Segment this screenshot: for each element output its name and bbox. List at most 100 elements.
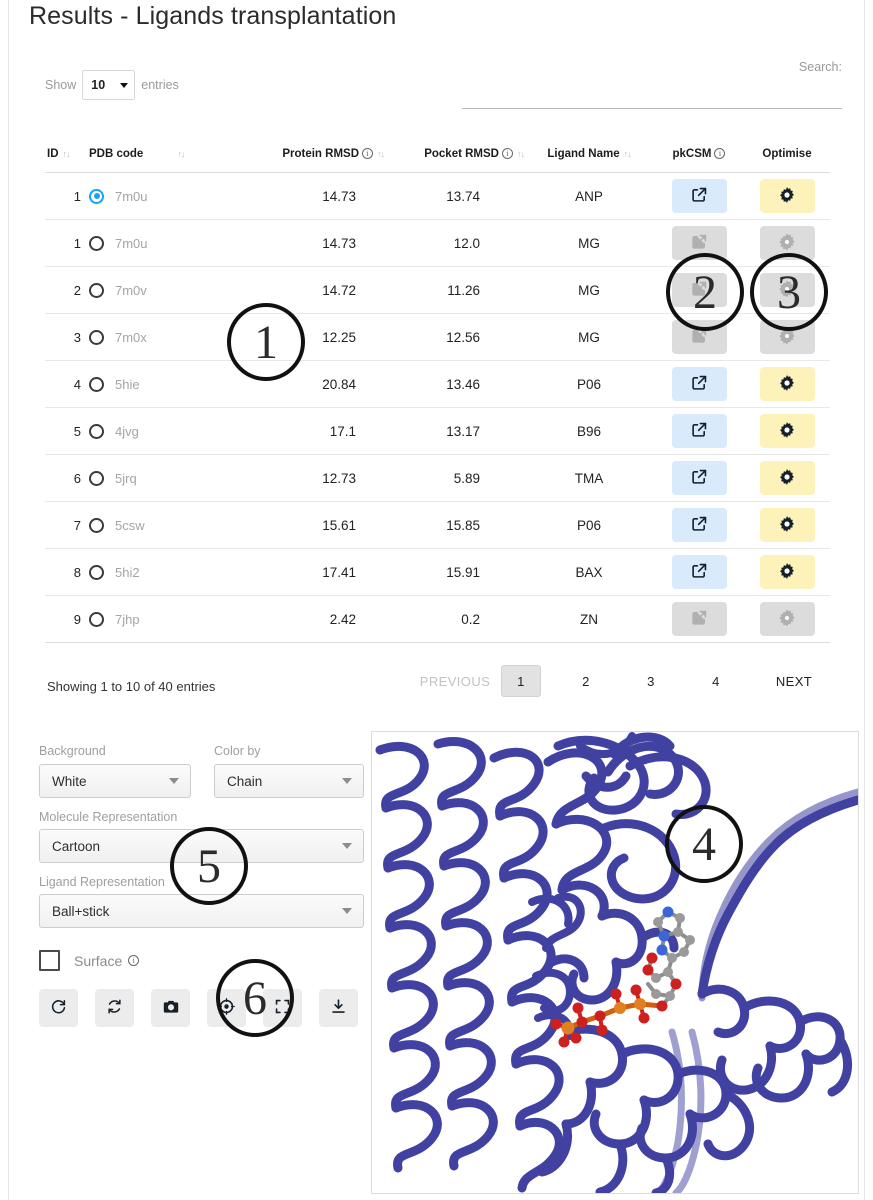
cell-pdb-code: 5jrq [89, 454, 239, 502]
table-row[interactable]: 1 7m0u 14.73 13.74 ANP [45, 172, 830, 220]
reset-view-button[interactable] [39, 989, 78, 1027]
cell-pocket-rmsd: 11.26 [384, 266, 524, 314]
optimise-button[interactable] [759, 367, 815, 401]
color-by-select[interactable]: ChainElementResidueSecondary structure [214, 764, 364, 798]
optimise-button[interactable] [759, 555, 815, 589]
info-icon-protein-rmsd[interactable]: i [362, 148, 373, 159]
pagination-page-4[interactable]: 4 [696, 665, 736, 697]
row-select-radio[interactable] [89, 517, 104, 533]
gear-icon [779, 468, 795, 488]
cell-id: 1 [45, 219, 89, 267]
pkcsm-button[interactable] [671, 414, 727, 448]
column-label-pdb-code: PDB code [89, 148, 144, 160]
gear-icon [779, 421, 795, 441]
results-table-body: 1 7m0u 14.73 13.74 ANP 1 7m0u 14.73 12.0 MG 2 7m0v 1… [45, 172, 830, 643]
table-row[interactable]: 5 4jvg 17.1 13.17 B96 [45, 407, 830, 455]
cell-protein-rmsd: 14.73 [239, 219, 384, 267]
row-select-radio[interactable] [89, 564, 104, 580]
row-select-radio[interactable] [89, 376, 104, 392]
pagination-page-2[interactable]: 2 [566, 665, 606, 697]
pdb-code-label: 7m0v [115, 282, 147, 298]
color-by-label: Color by [214, 744, 261, 758]
cell-ligand-name: ANP [524, 172, 654, 220]
table-row[interactable]: 8 5hi2 17.41 15.91 BAX [45, 548, 830, 596]
optimise-button[interactable] [759, 508, 815, 542]
info-icon-pocket-rmsd[interactable]: i [502, 148, 513, 159]
spin-icon [106, 998, 123, 1018]
app-page: Results - Ligands transplantation Show 1… [8, 0, 865, 1200]
spin-button[interactable] [95, 989, 134, 1027]
optimise-button[interactable] [759, 414, 815, 448]
pagination-page-1[interactable]: 1 [501, 665, 541, 697]
column-label-ligand-name: Ligand Name [547, 148, 620, 160]
annotation-marker-5: 5 [170, 827, 248, 905]
cell-protein-rmsd: 15.61 [239, 501, 384, 549]
pdb-code-label: 5jrq [115, 470, 137, 486]
molecule-representation-label: Molecule Representation [39, 810, 178, 824]
pagination-page-3[interactable]: 3 [631, 665, 671, 697]
background-select[interactable]: WhiteBlackGrey [39, 764, 191, 798]
row-select-radio[interactable] [89, 235, 104, 251]
cell-pdb-code: 7m0x [89, 313, 239, 361]
column-header-pdb-code[interactable]: PDB code ↑↓ [89, 148, 239, 173]
pagination-next[interactable]: NEXT [761, 665, 827, 697]
cell-optimise [744, 172, 830, 220]
pkcsm-button[interactable] [671, 508, 727, 542]
pdb-code-label: 5csw [115, 517, 145, 533]
info-icon-pkcsm[interactable]: i [714, 148, 726, 159]
optimise-button[interactable] [759, 461, 815, 495]
cell-id: 6 [45, 454, 89, 502]
page-length-select[interactable]: 102550100 [82, 70, 136, 100]
sort-icon-ligand-name: ↑↓ [623, 149, 632, 159]
column-label-optimise: Optimise [762, 148, 812, 160]
pkcsm-button[interactable] [671, 367, 727, 401]
cell-pocket-rmsd: 13.46 [384, 360, 524, 408]
row-select-radio[interactable] [89, 282, 104, 298]
cell-id: 9 [45, 595, 89, 643]
download-button[interactable] [319, 989, 358, 1027]
cell-optimise [744, 360, 830, 408]
search-input[interactable] [462, 88, 842, 109]
table-row[interactable]: 7 5csw 15.61 15.85 P06 [45, 501, 830, 549]
gear-icon [779, 374, 795, 394]
row-select-radio[interactable] [89, 611, 104, 627]
row-select-radio[interactable] [89, 188, 104, 204]
sort-icon-id: ↑↓ [62, 149, 71, 159]
column-header-ligand-name[interactable]: Ligand Name ↑↓ [524, 148, 654, 173]
gear-icon [779, 515, 795, 535]
pkcsm-button[interactable] [671, 461, 727, 495]
row-select-radio[interactable] [89, 329, 104, 345]
column-header-pocket-rmsd[interactable]: Pocket RMSD i ↑↓ [384, 148, 525, 173]
info-icon-surface[interactable]: i [128, 955, 140, 966]
row-select-radio[interactable] [89, 470, 104, 486]
pkcsm-button[interactable] [671, 179, 727, 213]
column-label-pocket-rmsd: Pocket RMSD [424, 148, 499, 160]
column-header-id[interactable]: ID ↑↓ [45, 148, 89, 173]
table-row[interactable]: 6 5jrq 12.73 5.89 TMA [45, 454, 830, 502]
pagination-previous[interactable]: PREVIOUS [409, 665, 501, 697]
screenshot-button[interactable] [151, 989, 190, 1027]
gear-icon [779, 608, 795, 629]
cell-optimise [744, 454, 830, 502]
cell-protein-rmsd: 2.42 [239, 595, 384, 643]
column-header-protein-rmsd[interactable]: Protein RMSD i ↑↓ [239, 148, 385, 173]
surface-checkbox[interactable] [39, 950, 60, 971]
row-select-radio[interactable] [89, 423, 104, 439]
table-row[interactable]: 9 7jhp 2.42 0.2 ZN [45, 595, 830, 643]
cell-id: 5 [45, 407, 89, 455]
table-row[interactable]: 4 5hie 20.84 13.46 P06 [45, 360, 830, 408]
external-link-icon [691, 374, 708, 394]
cell-ligand-name: TMA [524, 454, 654, 502]
table-search-control: Search: [462, 60, 842, 109]
results-table-header: ID ↑↓ PDB code ↑↓ Protein RMSD i ↑↓ Pocket R… [45, 148, 830, 173]
pkcsm-button[interactable] [671, 555, 727, 589]
cell-pkcsm [654, 595, 744, 643]
external-link-icon [691, 609, 708, 629]
annotation-marker-3: 3 [750, 253, 828, 331]
cell-id: 2 [45, 266, 89, 314]
molecular-viewer[interactable] [371, 731, 859, 1194]
optimise-button[interactable] [759, 179, 815, 213]
ligand-representation-label: Ligand Representation [39, 875, 165, 889]
camera-icon [162, 998, 180, 1019]
sort-icon-protein-rmsd: ↑↓ [377, 149, 385, 159]
